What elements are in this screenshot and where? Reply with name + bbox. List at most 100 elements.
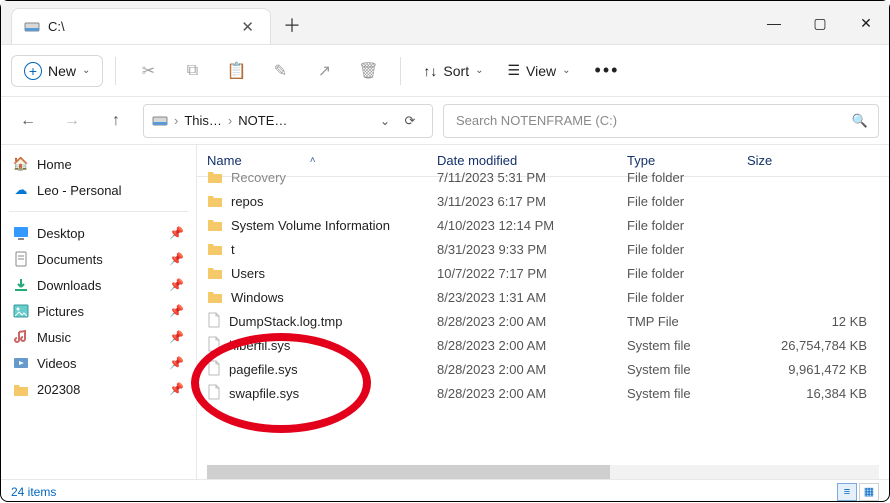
plus-icon: +: [24, 62, 42, 80]
sidebar-item-202308[interactable]: 202308 📌: [5, 376, 192, 402]
divider: [115, 57, 116, 85]
file-type: System file: [627, 362, 747, 377]
file-row[interactable]: DumpStack.log.tmp8/28/2023 2:00 AMTMP Fi…: [197, 309, 889, 333]
file-date: 8/28/2023 2:00 AM: [437, 386, 627, 401]
folder-icon: [13, 381, 29, 397]
file-row[interactable]: Windows8/23/2023 1:31 AMFile folder: [197, 285, 889, 309]
cut-icon[interactable]: ✂: [128, 53, 168, 89]
file-row[interactable]: t8/31/2023 9:33 PMFile folder: [197, 237, 889, 261]
details-view-icon[interactable]: ≡: [837, 483, 857, 501]
chevron-down-icon: ⌄: [475, 65, 483, 76]
chevron-down-icon: ⌄: [562, 65, 570, 76]
search-bar[interactable]: 🔍: [443, 104, 879, 138]
forward-button[interactable]: →: [55, 104, 89, 138]
desktop-icon: [13, 225, 29, 241]
file-date: 10/7/2022 7:17 PM: [437, 266, 627, 281]
copy-icon[interactable]: ⧉: [172, 53, 212, 89]
more-button[interactable]: •••: [585, 54, 630, 87]
sidebar-label: Home: [37, 157, 72, 172]
file-name: Users: [231, 266, 265, 281]
rename-icon[interactable]: ✎: [260, 53, 300, 89]
folder-icon: [207, 217, 223, 234]
sort-button[interactable]: ↑↓ Sort ⌄: [413, 57, 493, 85]
sidebar-home[interactable]: 🏠 Home: [5, 151, 192, 177]
share-icon[interactable]: ↗: [304, 53, 344, 89]
file-date: 8/23/2023 1:31 AM: [437, 290, 627, 305]
file-date: 8/28/2023 2:00 AM: [437, 362, 627, 377]
file-row[interactable]: pagefile.sys 8/28/2023 2:00 AMSystem file…: [197, 357, 889, 381]
back-button[interactable]: ←: [11, 104, 45, 138]
crumb-this-pc[interactable]: This…: [184, 113, 222, 128]
address-bar[interactable]: › This… › NOTE… ⌄ ⟳: [143, 104, 433, 138]
tab-close-icon[interactable]: ✕: [237, 18, 258, 36]
file-name: swapfile.sys: [229, 386, 299, 401]
delete-icon[interactable]: 🗑: [348, 53, 388, 89]
minimize-button[interactable]: —: [751, 1, 797, 45]
maximize-button[interactable]: ▢: [797, 1, 843, 45]
sidebar-label: Desktop: [37, 226, 85, 241]
file-name: repos: [231, 194, 264, 209]
address-dropdown-icon[interactable]: ⌄: [380, 114, 390, 128]
file-size: 9,961,472 KB: [747, 362, 889, 377]
file-date: 8/28/2023 2:00 AM: [437, 314, 627, 329]
file-name: hiberfil.sys: [229, 338, 290, 353]
file-row[interactable]: swapfile.sys 8/28/2023 2:00 AMSystem file…: [197, 381, 889, 405]
file-date: 7/11/2023 5:31 PM: [437, 170, 627, 185]
chevron-down-icon: ⌄: [82, 65, 90, 76]
sidebar-item-pictures[interactable]: Pictures📌: [5, 298, 192, 324]
sidebar-item-downloads[interactable]: Downloads📌: [5, 272, 192, 298]
sidebar-item-videos[interactable]: Videos 📌: [5, 350, 192, 376]
statusbar: 24 items ≡ ▦: [1, 479, 889, 503]
divider: [9, 211, 188, 212]
folder-icon: [207, 289, 223, 306]
file-row[interactable]: repos3/11/2023 6:17 PMFile folder: [197, 189, 889, 213]
new-button[interactable]: + New ⌄: [11, 55, 103, 87]
file-name: pagefile.sys: [229, 362, 298, 377]
file-row[interactable]: System Volume Information4/10/2023 12:14…: [197, 213, 889, 237]
thumbnails-view-icon[interactable]: ▦: [859, 483, 879, 501]
file-row[interactable]: Recovery7/11/2023 5:31 PMFile folder: [197, 165, 889, 189]
sidebar-label: Videos: [37, 356, 77, 371]
up-button[interactable]: ↑: [99, 104, 133, 138]
file-row[interactable]: hiberfil.sys8/28/2023 2:00 AMSystem file…: [197, 333, 889, 357]
divider: [400, 57, 401, 85]
close-button[interactable]: ✕: [843, 1, 889, 45]
file-date: 8/28/2023 2:00 AM: [437, 338, 627, 353]
file-type: System file: [627, 386, 747, 401]
toolbar: + New ⌄ ✂ ⧉ 📋 ✎ ↗ 🗑 ↑↓ Sort ⌄ ☰ View ⌄ •…: [1, 45, 889, 97]
search-icon[interactable]: 🔍: [852, 113, 868, 129]
pin-icon: 📌: [169, 278, 184, 292]
drive-icon: [24, 19, 40, 35]
pin-icon: 📌: [169, 356, 184, 370]
new-tab-button[interactable]: ＋: [275, 8, 309, 42]
file-icon: [207, 312, 221, 331]
refresh-icon[interactable]: ⟳: [396, 113, 424, 129]
window-controls: — ▢ ✕: [751, 1, 889, 45]
downloads-icon: [13, 277, 29, 293]
file-size: 26,754,784 KB: [747, 338, 889, 353]
sidebar-item-music[interactable]: Music📌: [5, 324, 192, 350]
folder-icon: [207, 265, 223, 282]
sidebar-item-documents[interactable]: Documents📌: [5, 246, 192, 272]
file-list: Recovery7/11/2023 5:31 PMFile folder repo…: [197, 165, 889, 405]
folder-icon: [207, 193, 223, 210]
crumb-drive[interactable]: NOTE…: [238, 113, 287, 128]
sidebar-label: 202308: [37, 382, 80, 397]
search-input[interactable]: [454, 112, 852, 129]
file-date: 3/11/2023 6:17 PM: [437, 194, 627, 209]
file-row[interactable]: Users10/7/2022 7:17 PMFile folder: [197, 261, 889, 285]
crumb-sep: ›: [228, 113, 232, 128]
sidebar-onedrive[interactable]: ☁ Leo - Personal: [5, 177, 192, 203]
paste-icon[interactable]: 📋: [216, 53, 256, 89]
view-button[interactable]: ☰ View ⌄: [497, 56, 580, 85]
home-icon: 🏠: [13, 156, 29, 172]
pin-icon: 📌: [169, 382, 184, 396]
file-icon: [207, 360, 221, 379]
new-label: New: [48, 63, 76, 79]
scrollbar-thumb[interactable]: [207, 465, 610, 479]
horizontal-scrollbar[interactable]: [207, 465, 879, 479]
view-toggles: ≡ ▦: [837, 483, 879, 501]
file-size: 16,384 KB: [747, 386, 889, 401]
tab-current[interactable]: C:\ ✕: [11, 8, 271, 44]
sidebar-item-desktop[interactable]: Desktop📌: [5, 220, 192, 246]
